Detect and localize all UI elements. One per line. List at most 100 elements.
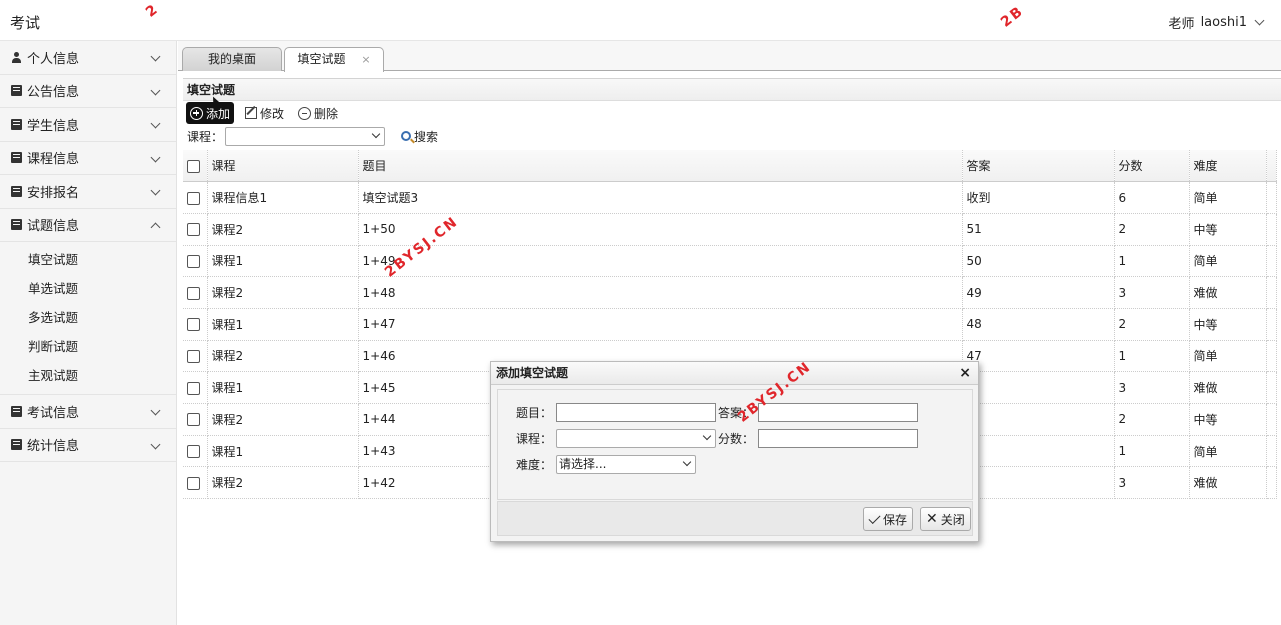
submenu-item-multi-choice[interactable]: 多选试题	[0, 303, 176, 332]
tab-fill-blank[interactable]: 填空试题 ×	[284, 47, 384, 72]
book-icon	[11, 85, 22, 97]
row-checkbox-cell[interactable]	[183, 245, 208, 278]
table-row[interactable]: 课程1 1+47 48 2 中等	[183, 308, 1277, 341]
row-checkbox-cell[interactable]	[183, 435, 208, 468]
sidebar-item-exams[interactable]: 考试信息	[0, 395, 176, 429]
course-filter-select[interactable]	[225, 126, 386, 146]
row-checkbox-cell[interactable]	[183, 403, 208, 436]
book-icon	[11, 439, 22, 451]
cell-course: 课程1	[207, 371, 359, 404]
row-checkbox-cell[interactable]	[183, 371, 208, 404]
cell-question: 1+47	[358, 308, 963, 341]
app-title: 考试	[10, 14, 41, 32]
cell-difficulty: 中等	[1189, 308, 1267, 341]
cell-course: 课程2	[207, 466, 359, 500]
sidebar-item-questions[interactable]: 试题信息	[0, 209, 176, 242]
cell-difficulty: 简单	[1189, 340, 1267, 373]
column-header-difficulty[interactable]: 难度	[1189, 150, 1267, 183]
row-checkbox[interactable]	[187, 413, 200, 427]
table-row[interactable]: 课程1 1+49 50 1 简单	[183, 245, 1277, 278]
select-all-checkbox[interactable]	[187, 159, 200, 173]
cell-difficulty: 难做	[1189, 466, 1267, 500]
column-header-question[interactable]: 题目	[358, 150, 963, 183]
edit-button[interactable]: 修改	[242, 102, 287, 124]
chevron-down-icon	[1254, 15, 1265, 26]
sidebar-item-personal-info[interactable]: 个人信息	[0, 41, 176, 75]
row-checkbox-cell[interactable]	[183, 181, 208, 214]
cell-answer: 49	[962, 276, 1115, 309]
course-filter-label: 课程：	[187, 129, 224, 144]
username: laoshi1	[1200, 15, 1247, 30]
chevron-down-icon	[150, 118, 161, 129]
delete-button[interactable]: 删除	[295, 102, 341, 124]
course-select[interactable]	[556, 429, 716, 448]
score-input[interactable]	[758, 429, 918, 448]
table-row[interactable]: 课程2 1+50 51 2 中等	[183, 213, 1277, 246]
user-role: 老师	[1168, 17, 1195, 32]
cell-score: 1	[1114, 245, 1190, 278]
submenu-item-true-false[interactable]: 判断试题	[0, 332, 176, 361]
column-header-course[interactable]: 课程	[207, 150, 359, 183]
sidebar: 个人信息 公告信息 学生信息 课程信息 安排报名 试题信息 填空试题 单选试题 …	[0, 41, 177, 625]
close-icon[interactable]: ×	[361, 53, 370, 66]
row-checkbox-cell[interactable]	[183, 466, 208, 500]
row-checkbox[interactable]	[187, 286, 200, 300]
cell-course: 课程1	[207, 435, 359, 468]
close-button[interactable]: ✕ 关闭	[920, 507, 971, 531]
submenu-item-single-choice[interactable]: 单选试题	[0, 274, 176, 303]
row-checkbox-cell[interactable]	[183, 340, 208, 373]
sidebar-item-students[interactable]: 学生信息	[0, 108, 176, 142]
submenu-item-subjective[interactable]: 主观试题	[0, 361, 176, 390]
row-checkbox[interactable]	[187, 445, 200, 459]
add-question-dialog: 添加填空试题 × 题目： 答案： 课程： 分数： 难度： 请选择... 保存 ✕…	[490, 361, 979, 542]
close-icon[interactable]: ×	[959, 362, 971, 385]
row-checkbox[interactable]	[187, 349, 200, 363]
row-checkbox[interactable]	[187, 381, 200, 395]
close-button-label: 关闭	[940, 512, 965, 527]
cell-filler	[1266, 435, 1277, 468]
chevron-down-icon	[150, 185, 161, 196]
save-button[interactable]: 保存	[863, 507, 914, 531]
cell-score: 1	[1114, 340, 1190, 373]
question-panel: 填空试题 添加 修改 删除 课程： 搜索 课程 题目 答案 分数 难度 课程信息…	[183, 78, 1281, 625]
cell-course: 课程信息1	[207, 181, 359, 214]
cell-answer	[962, 371, 1115, 404]
difficulty-row: 难度： 请选择...	[504, 455, 696, 474]
row-checkbox[interactable]	[187, 254, 200, 268]
course-label: 课程：	[515, 432, 552, 446]
row-checkbox[interactable]	[187, 191, 200, 205]
sidebar-item-registration[interactable]: 安排报名	[0, 175, 176, 209]
sidebar-item-courses[interactable]: 课程信息	[0, 142, 176, 175]
submenu-item-fill-blank[interactable]: 填空试题	[0, 245, 176, 274]
answer-input[interactable]	[758, 403, 918, 422]
sidebar-item-announcements[interactable]: 公告信息	[0, 75, 176, 108]
tab-desktop[interactable]: 我的桌面	[182, 47, 282, 71]
column-header-score[interactable]: 分数	[1114, 150, 1190, 183]
row-checkbox[interactable]	[187, 476, 200, 490]
user-icon	[11, 51, 22, 63]
delete-button-label: 删除	[314, 106, 339, 121]
questions-submenu: 填空试题 单选试题 多选试题 判断试题 主观试题	[0, 242, 176, 395]
book-icon	[11, 405, 22, 417]
cell-score: 3	[1114, 276, 1190, 309]
row-checkbox[interactable]	[187, 223, 200, 237]
cell-difficulty: 中等	[1189, 213, 1267, 246]
sidebar-item-statistics[interactable]: 统计信息	[0, 429, 176, 462]
select-all-cell[interactable]	[183, 150, 208, 183]
row-checkbox[interactable]	[187, 318, 200, 332]
chevron-up-icon	[150, 222, 161, 232]
row-checkbox-cell[interactable]	[183, 276, 208, 309]
cell-answer: 50	[962, 245, 1115, 278]
row-checkbox-cell[interactable]	[183, 308, 208, 341]
cell-question: 填空试题3	[358, 181, 963, 214]
row-checkbox-cell[interactable]	[183, 213, 208, 246]
question-input[interactable]	[556, 403, 716, 422]
cell-score: 3	[1114, 466, 1190, 500]
table-row[interactable]: 课程信息1 填空试题3 收到 6 简单	[183, 181, 1277, 214]
search-button[interactable]: 搜索	[401, 128, 438, 145]
book-icon	[11, 152, 22, 164]
user-menu[interactable]: 老师 laoshi1	[1168, 13, 1265, 32]
column-header-answer[interactable]: 答案	[962, 150, 1115, 183]
difficulty-select[interactable]: 请选择...	[556, 455, 696, 474]
table-row[interactable]: 课程2 1+48 49 3 难做	[183, 276, 1277, 309]
